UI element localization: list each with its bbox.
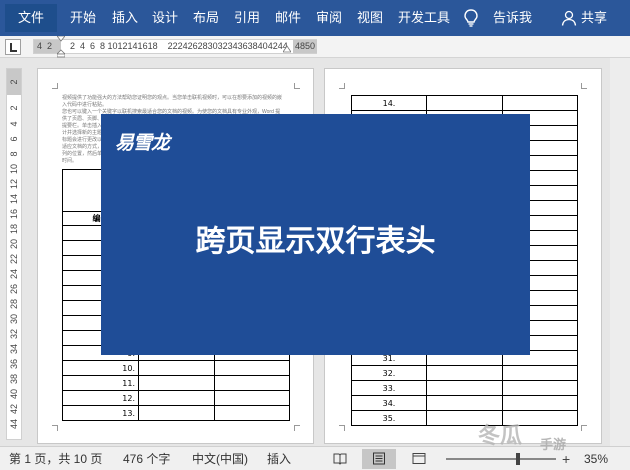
indent-marker-icon[interactable] bbox=[57, 36, 65, 58]
vertical-ruler-number: 34 bbox=[9, 344, 19, 355]
vertical-ruler-number: 4 bbox=[9, 121, 19, 127]
right-indent-marker-icon[interactable] bbox=[283, 43, 291, 55]
ruler-left-numbers: 4 2 bbox=[37, 41, 53, 51]
tab-view[interactable]: 视图 bbox=[357, 0, 383, 36]
table-row: 34. bbox=[351, 395, 578, 411]
vertical-ruler-number: 44 bbox=[9, 419, 19, 430]
crop-mark bbox=[339, 83, 345, 89]
ribbon: 文件 开始 插入 设计 布局 引用 邮件 审阅 视图 开发工具 告诉我 共享 bbox=[0, 0, 630, 36]
ruler-bar: 4 2 2 4 6 8 1012141618 22242628303234363… bbox=[0, 36, 630, 58]
tab-mailings[interactable]: 邮件 bbox=[275, 0, 301, 36]
crop-mark bbox=[52, 425, 58, 431]
banner-title: 跨页显示双行表头 bbox=[195, 224, 436, 259]
vertical-ruler-number: 16 bbox=[9, 209, 19, 220]
ruler-scale: 2 4 6 8 1012141618 222426283032343638404… bbox=[70, 41, 288, 51]
vertical-ruler-number: 36 bbox=[9, 359, 19, 370]
table-row: 14. bbox=[351, 95, 578, 111]
crop-mark bbox=[339, 425, 345, 431]
read-mode-icon[interactable] bbox=[333, 452, 347, 465]
ruler-right-number: 4850 bbox=[293, 40, 318, 53]
tab-developer[interactable]: 开发工具 bbox=[398, 0, 450, 36]
table-row: 32. bbox=[351, 365, 578, 381]
zoom-slider[interactable] bbox=[446, 458, 556, 460]
vertical-ruler-number: 10 bbox=[9, 164, 19, 175]
vertical-ruler-number: 40 bbox=[9, 389, 19, 400]
crop-mark bbox=[581, 83, 587, 89]
vertical-ruler-number: 30 bbox=[9, 314, 19, 325]
tab-references[interactable]: 引用 bbox=[234, 0, 260, 36]
language-status[interactable]: 中文(中国) bbox=[192, 447, 248, 470]
horizontal-ruler[interactable]: 4 2 2 4 6 8 1012141618 22242628303234363… bbox=[33, 36, 318, 58]
tell-me-box[interactable]: 告诉我 bbox=[493, 0, 532, 36]
table-row: 10. bbox=[62, 360, 290, 376]
table-row: 35. bbox=[351, 410, 578, 426]
table-row: 11. bbox=[62, 375, 290, 391]
tab-insert[interactable]: 插入 bbox=[112, 0, 138, 36]
vertical-ruler-number: 18 bbox=[9, 224, 19, 235]
file-tab[interactable]: 文件 bbox=[5, 4, 57, 32]
vertical-ruler-number: 2 bbox=[9, 105, 19, 111]
vertical-ruler-number: 20 bbox=[9, 239, 19, 250]
zoom-level[interactable]: 35% bbox=[584, 447, 608, 470]
vertical-ruler-number: 2 bbox=[9, 79, 19, 85]
word-count-status[interactable]: 476 个字 bbox=[123, 447, 170, 470]
vertical-ruler-number: 8 bbox=[9, 151, 19, 157]
page-count-status[interactable]: 第 1 页，共 10 页 bbox=[9, 447, 102, 470]
vertical-ruler-number: 14 bbox=[9, 194, 19, 205]
title-banner-overlay: 易雪龙 跨页显示双行表头 bbox=[101, 114, 530, 355]
status-bar: 第 1 页，共 10 页 476 个字 中文(中国) 插入 + 35% bbox=[0, 446, 630, 470]
vertical-ruler-number: 6 bbox=[9, 136, 19, 142]
crop-mark bbox=[52, 83, 58, 89]
crop-mark bbox=[581, 425, 587, 431]
crop-mark bbox=[294, 83, 300, 89]
insert-mode-status[interactable]: 插入 bbox=[267, 447, 291, 470]
web-layout-icon[interactable] bbox=[412, 452, 426, 465]
tab-stop-selector[interactable] bbox=[5, 39, 21, 55]
vertical-ruler-number: 32 bbox=[9, 329, 19, 340]
vertical-ruler-number: 42 bbox=[9, 404, 19, 415]
table-row: 13. bbox=[62, 405, 290, 421]
share-button[interactable]: 共享 bbox=[581, 0, 607, 36]
zoom-slider-thumb[interactable] bbox=[516, 453, 520, 465]
tab-review[interactable]: 审阅 bbox=[316, 0, 342, 36]
vertical-ruler-number: 12 bbox=[9, 179, 19, 190]
tab-home[interactable]: 开始 bbox=[70, 0, 96, 36]
site-watermark: 冬瓜 bbox=[478, 424, 523, 449]
tab-layout[interactable]: 布局 bbox=[193, 0, 219, 36]
brand-logo: 易雪龙 bbox=[115, 132, 170, 154]
table-row: 12. bbox=[62, 390, 290, 406]
vertical-ruler-number: 38 bbox=[9, 374, 19, 385]
vertical-ruler-number: 26 bbox=[9, 284, 19, 295]
print-layout-icon[interactable] bbox=[372, 452, 386, 465]
vertical-ruler-number: 22 bbox=[9, 254, 19, 265]
tab-design[interactable]: 设计 bbox=[152, 0, 178, 36]
crop-mark bbox=[294, 425, 300, 431]
site-watermark-sub: 手游 bbox=[540, 438, 567, 453]
vertical-scrollbar[interactable] bbox=[610, 58, 630, 446]
lightbulb-icon[interactable] bbox=[464, 9, 478, 27]
table-row: 33. bbox=[351, 380, 578, 396]
vertical-ruler-number: 24 bbox=[9, 269, 19, 280]
vertical-ruler-number: 28 bbox=[9, 299, 19, 310]
user-icon[interactable] bbox=[561, 10, 577, 26]
vertical-ruler[interactable]: 2 2 4 6 8 10 12 14 16 18 20 22 24 26 28 … bbox=[6, 68, 22, 440]
